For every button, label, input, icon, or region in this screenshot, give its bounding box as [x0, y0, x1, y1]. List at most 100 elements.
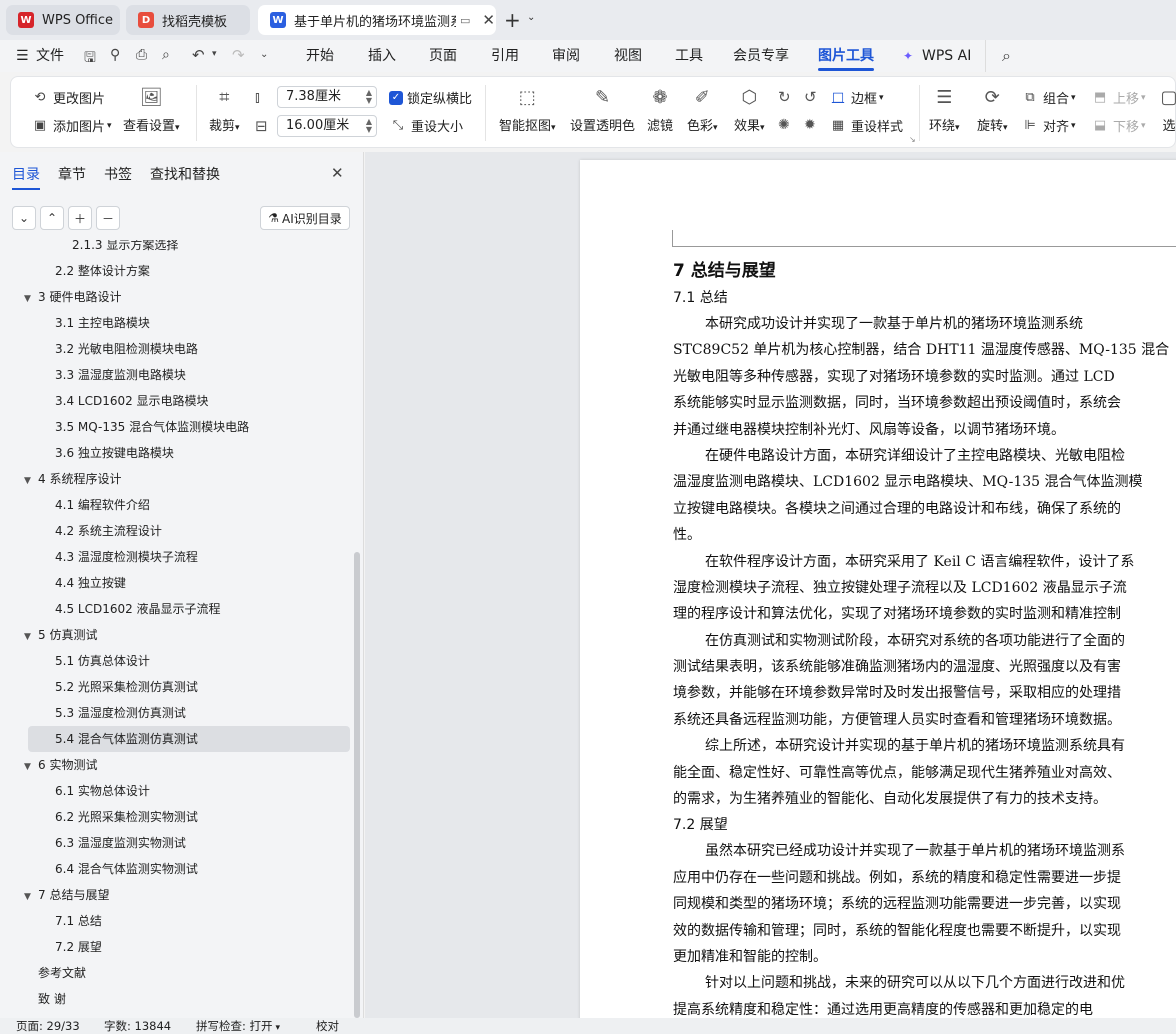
save-icon[interactable]: 🖫	[84, 47, 96, 71]
share-icon[interactable]: ⚲	[110, 47, 120, 63]
section-heading[interactable]: 7.2 展望	[673, 812, 1176, 838]
add-image-button[interactable]: ▣ 添加图片 ▾	[31, 116, 112, 135]
reset-size-button[interactable]: ⤡ 重设大小	[389, 116, 463, 135]
chapter-heading[interactable]: 7 总结与展望	[673, 257, 1176, 285]
screen-icon[interactable]: ▭	[460, 14, 470, 27]
toc-item[interactable]: 2.1.3 显示方案选择	[72, 240, 178, 258]
smart-cutout-button[interactable]: ⬚ 智能抠图▾	[499, 85, 556, 135]
tab-bookmarks[interactable]: 书签	[104, 164, 132, 184]
document-canvas[interactable]: 7 总结与展望 7.1 总结 本研究成功设计并实现了一款基于单片机的猪场环境监测…	[365, 152, 1176, 1018]
wrap-button[interactable]: ☰ 环绕▾	[929, 85, 960, 135]
select-button[interactable]: ▢ 选	[1161, 85, 1176, 135]
toc-item[interactable]: 3.3 温湿度监测电路模块	[55, 362, 186, 388]
expand-arrow-icon[interactable]: ▼	[24, 468, 36, 494]
toc-item[interactable]: 4.5 LCD1602 液晶显示子流程	[55, 596, 221, 622]
height-input[interactable]: 16.00厘米 ▲ ▼	[277, 115, 377, 137]
text-line[interactable]: 系统能够实时显示监测数据，同时，当环境参数超出预设阈值时，系统会	[673, 390, 1176, 416]
more-icon[interactable]: ⌄	[260, 49, 268, 60]
toc-item[interactable]: 4.1 编程软件介绍	[55, 492, 150, 518]
text-line[interactable]: 综上所述，本研究设计并实现的基于单片机的猪场环境监测系统具有	[673, 733, 1176, 759]
text-line[interactable]: STC89C52 单片机为核心控制器，结合 DHT11 温湿度传感器、MQ-13…	[673, 337, 1176, 363]
text-line[interactable]: 测试结果表明，该系统能够准确监测猪场内的温湿度、光照强度以及有害	[673, 654, 1176, 680]
toc-item[interactable]: 7.1 总结	[55, 908, 102, 934]
toc-item[interactable]: 4.4 独立按键	[55, 570, 126, 596]
crop-button[interactable]: ⌗ 裁剪▾	[209, 85, 240, 135]
spinner-icon[interactable]: ▲ ▼	[366, 89, 372, 105]
toc-item[interactable]: 5.1 仿真总体设计	[55, 648, 150, 674]
toc-item[interactable]: 致 谢	[38, 986, 66, 1012]
search-icon[interactable]: ⌕	[1002, 46, 1011, 66]
reset-style-button[interactable]: ▦ 重设样式	[829, 116, 903, 135]
toc-item[interactable]: 参考文献	[38, 960, 86, 986]
document-page[interactable]: 7 总结与展望 7.1 总结 本研究成功设计并实现了一款基于单片机的猪场环境监测…	[580, 160, 1176, 1018]
text-line[interactable]: 能全面、稳定性好、可靠性高等优点，能够满足现代生猪养殖业对高效、	[673, 760, 1176, 786]
print-icon[interactable]: ⎙	[136, 47, 147, 63]
collapse-button[interactable]: ⌄	[12, 206, 36, 230]
brightness-icon[interactable]: ✺	[778, 117, 790, 133]
expand-arrow-icon[interactable]: ▼	[24, 754, 36, 780]
redo-icon[interactable]: ↷	[232, 46, 245, 64]
hamburger-icon[interactable]: ☰	[16, 48, 29, 64]
bring-forward-button[interactable]: ⬒ 上移 ▾	[1091, 88, 1146, 107]
lock-ratio-checkbox[interactable]: ✓ 锁定纵横比	[389, 88, 472, 107]
toc-item[interactable]: 6.2 光照采集检测实物测试	[55, 804, 198, 830]
menu-tools[interactable]: 工具	[675, 40, 703, 72]
toc-item[interactable]: 7.2 展望	[55, 934, 102, 960]
paragraph[interactable]: 本研究成功设计并实现了一款基于单片机的猪场环境监测系统 STC89C52 单片机为…	[673, 311, 1176, 443]
rotate-right-icon[interactable]: ↺	[804, 88, 817, 106]
scrollbar[interactable]	[354, 552, 360, 1018]
toc-item[interactable]: 6.4 混合气体监测实物测试	[55, 856, 198, 882]
toc-item[interactable]: 2.2 整体设计方案	[55, 258, 150, 284]
text-line[interactable]: 系统还具备远程监测功能，方便管理人员实时查看和管理猪场环境数据。	[673, 707, 1176, 733]
menu-insert[interactable]: 插入	[368, 40, 396, 72]
document-body[interactable]: 7 总结与展望 7.1 总结 本研究成功设计并实现了一款基于单片机的猪场环境监测…	[673, 257, 1176, 1018]
tab-document[interactable]: W 基于单片机的猪场环境监测系 ▭ ✕	[258, 5, 496, 35]
set-transparent-button[interactable]: ✎ 设置透明色	[570, 85, 635, 135]
proofread[interactable]: 校对	[316, 1018, 339, 1034]
menu-reference[interactable]: 引用	[491, 40, 519, 72]
toc-item[interactable]: ▼ 7 总结与展望	[24, 882, 109, 908]
spinner-icon[interactable]: ▲ ▼	[366, 118, 372, 134]
paragraph[interactable]: 在硬件电路设计方面，本研究详细设计了主控电路模块、光敏电阻检 温湿度监测电路模块、…	[673, 443, 1176, 549]
text-line[interactable]: 在仿真测试和实物测试阶段，本研究对系统的各项功能进行了全面的	[673, 628, 1176, 654]
undo-icon[interactable]: ↶	[192, 46, 205, 64]
ai-toc-button[interactable]: ⚗ AI识别目录	[260, 206, 350, 230]
width-input[interactable]: 7.38厘米 ▲ ▼	[277, 86, 377, 108]
text-line[interactable]: 提高系统精度和稳定性：通过选用更高精度的传感器和更加稳定的电	[673, 997, 1176, 1018]
text-line[interactable]: 同规模和类型的猪场环境；系统的远程监测功能需要进一步完善，以实现	[673, 891, 1176, 917]
text-line[interactable]: 光敏电阻等多种传感器，实现了对猪场环境参数的实时监测。通过 LCD	[673, 364, 1176, 390]
remove-heading-button[interactable]: －	[96, 206, 120, 230]
toc-item[interactable]: 3.4 LCD1602 显示电路模块	[55, 388, 209, 414]
text-line[interactable]: 针对以上问题和挑战，未来的研究可以从以下几个方面进行改进和优	[673, 970, 1176, 996]
paragraph[interactable]: 综上所述，本研究设计并实现的基于单片机的猪场环境监测系统具有 能全面、稳定性好、可…	[673, 733, 1176, 812]
expand-arrow-icon[interactable]: ▼	[24, 286, 36, 312]
text-line[interactable]: 更加精准和智能的控制。	[673, 944, 1176, 970]
tab-toc[interactable]: 目录	[12, 164, 40, 190]
rotate-button[interactable]: ⟳ 旋转▾	[977, 85, 1008, 135]
tab-docer-templates[interactable]: D 找稻壳模板	[126, 5, 250, 35]
text-line[interactable]: 在硬件电路设计方面，本研究详细设计了主控电路模块、光敏电阻检	[673, 443, 1176, 469]
color-button[interactable]: ✐ 色彩▾	[687, 85, 718, 135]
expand-arrow-icon[interactable]: ▼	[24, 884, 36, 910]
toc-item[interactable]: 4.3 温湿度检测模块子流程	[55, 544, 198, 570]
word-count[interactable]: 字数: 13844	[104, 1018, 171, 1034]
toc-item[interactable]: 5.3 温湿度检测仿真测试	[55, 700, 186, 726]
paragraph[interactable]: 在软件程序设计方面，本研究采用了 Keil C 语言编程软件，设计了系 湿度检测模…	[673, 549, 1176, 628]
text-line[interactable]: 境参数，并能够在环境参数异常时及时发出报警信号，采取相应的处理措	[673, 680, 1176, 706]
menu-review[interactable]: 审阅	[552, 40, 580, 72]
send-backward-button[interactable]: ⬓ 下移 ▾	[1091, 116, 1146, 135]
expand-icon[interactable]: ↘	[909, 135, 916, 144]
page-count[interactable]: 页面: 29/33	[16, 1018, 80, 1034]
move-up-button[interactable]: ⌃	[40, 206, 64, 230]
close-pane-icon[interactable]: ✕	[331, 164, 344, 182]
toc-item[interactable]: 3.1 主控电路模块	[55, 310, 150, 336]
menu-view[interactable]: 视图	[614, 40, 642, 72]
text-line[interactable]: 效的数据传输和管理；同时，系统的智能化程度也需要不断提升，以实现	[673, 918, 1176, 944]
text-line[interactable]: 应用中仍存在一些问题和挑战。例如，系统的精度和稳定性需要进一步提	[673, 865, 1176, 891]
text-line[interactable]: 理的程序设计和算法优化，实现了对猪场环境参数的实时监测和精准控制	[673, 601, 1176, 627]
text-line[interactable]: 在软件程序设计方面，本研究采用了 Keil C 语言编程软件，设计了系	[673, 549, 1176, 575]
text-line[interactable]: 虽然本研究已经成功设计并实现了一款基于单片机的猪场环境监测系	[673, 838, 1176, 864]
toc-item[interactable]: ▼ 5 仿真测试	[24, 622, 97, 648]
spell-check[interactable]: 拼写检查: 打开 ▾	[196, 1018, 280, 1034]
menu-picture-tools[interactable]: 图片工具	[818, 40, 874, 72]
